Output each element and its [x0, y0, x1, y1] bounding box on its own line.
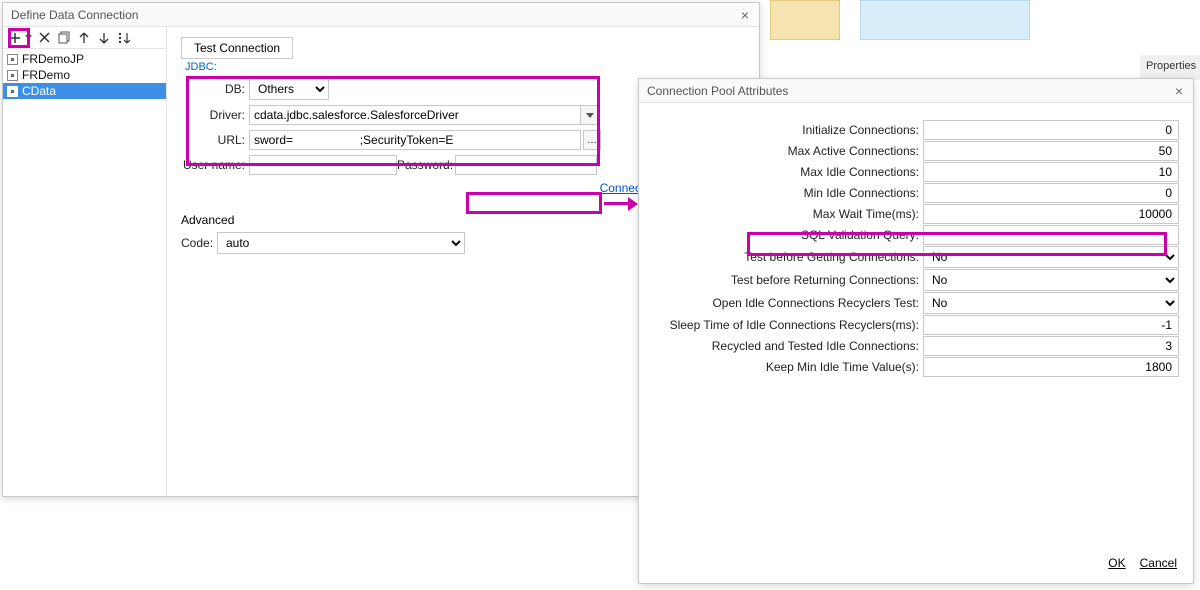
attr-label: Min Idle Connections: [653, 186, 923, 200]
db-label: DB: [195, 82, 249, 96]
url-label: URL: [195, 133, 249, 147]
tree-item[interactable]: CData [3, 83, 166, 99]
max-wait-input[interactable] [923, 204, 1179, 224]
bg-bar-blue [860, 0, 1030, 40]
attr-label: Recycled and Tested Idle Connections: [653, 339, 923, 353]
connection-pool-attributes-dialog: Connection Pool Attributes × Initialize … [638, 78, 1194, 584]
connection-sidebar: FRDemoJP FRDemo CData [3, 27, 167, 496]
username-label: User name: [181, 158, 249, 172]
dialog-title: Define Data Connection [11, 8, 138, 22]
test-connection-button[interactable]: Test Connection [181, 37, 293, 59]
tree-item-label: FRDemo [22, 68, 70, 82]
attr-label: Open Idle Connections Recyclers Test: [653, 296, 923, 310]
sleep-time-input[interactable] [923, 315, 1179, 335]
password-label: Password: [397, 158, 455, 172]
driver-dropdown-icon[interactable] [581, 105, 599, 125]
bg-bar-gold [770, 0, 840, 40]
tree-item-label: CData [22, 84, 56, 98]
dialog-titlebar: Connection Pool Attributes × [639, 79, 1193, 103]
move-up-icon[interactable] [75, 29, 93, 47]
attr-label: SQL Validation Query: [653, 228, 923, 242]
recycled-tested-input[interactable] [923, 336, 1179, 356]
attr-label: Sleep Time of Idle Connections Recyclers… [653, 318, 923, 332]
sql-validation-input[interactable] [923, 225, 1179, 245]
annotation-arrow [604, 197, 638, 211]
db-icon [7, 70, 18, 81]
tree-item[interactable]: FRDemo [3, 67, 166, 83]
password-input[interactable] [455, 155, 597, 175]
attr-label: Max Wait Time(ms): [653, 207, 923, 221]
tree-item-label: FRDemoJP [22, 52, 84, 66]
dialog-footer: OK Cancel [639, 543, 1193, 583]
max-idle-input[interactable] [923, 162, 1179, 182]
attr-label: Test before Getting Connections: [653, 250, 923, 264]
attr-label: Test before Returning Connections: [653, 273, 923, 287]
keep-min-idle-input[interactable] [923, 357, 1179, 377]
test-before-return-select[interactable]: No [923, 269, 1179, 291]
dialog-title: Connection Pool Attributes [647, 84, 788, 98]
jdbc-label: JDBC: [181, 61, 745, 73]
init-connections-input[interactable] [923, 120, 1179, 140]
attr-label: Max Active Connections: [653, 144, 923, 158]
tree-item[interactable]: FRDemoJP [3, 51, 166, 67]
attr-label: Max Idle Connections: [653, 165, 923, 179]
driver-input[interactable] [249, 105, 581, 125]
open-recyclers-select[interactable]: No [923, 292, 1179, 314]
close-icon[interactable]: × [737, 7, 753, 23]
max-active-input[interactable] [923, 141, 1179, 161]
driver-label: Driver: [195, 108, 249, 122]
add-icon[interactable] [6, 29, 24, 47]
test-before-get-select[interactable]: No [923, 246, 1179, 268]
min-idle-input[interactable] [923, 183, 1179, 203]
db-select[interactable]: Others [249, 78, 329, 100]
ok-button[interactable]: OK [1108, 556, 1125, 570]
move-down-icon[interactable] [95, 29, 113, 47]
url-more-button[interactable]: … [583, 130, 601, 150]
url-input[interactable] [249, 130, 581, 150]
connection-tree: FRDemoJP FRDemo CData [3, 49, 166, 101]
copy-icon[interactable] [55, 29, 73, 47]
code-label: Code: [181, 236, 217, 250]
dialog-titlebar: Define Data Connection × [3, 3, 759, 27]
cancel-button[interactable]: Cancel [1140, 556, 1177, 570]
attr-label: Keep Min Idle Time Value(s): [653, 360, 923, 374]
delete-icon[interactable] [35, 29, 53, 47]
db-icon [7, 54, 18, 65]
dropdown-icon[interactable] [23, 29, 33, 47]
properties-tab[interactable]: Properties [1140, 55, 1200, 80]
sort-icon[interactable] [115, 29, 133, 47]
sidebar-toolbar [3, 27, 166, 49]
db-icon [7, 86, 18, 97]
close-icon[interactable]: × [1171, 83, 1187, 99]
attr-label: Initialize Connections: [653, 123, 923, 137]
code-select[interactable]: auto [217, 232, 465, 254]
username-input[interactable] [249, 155, 397, 175]
